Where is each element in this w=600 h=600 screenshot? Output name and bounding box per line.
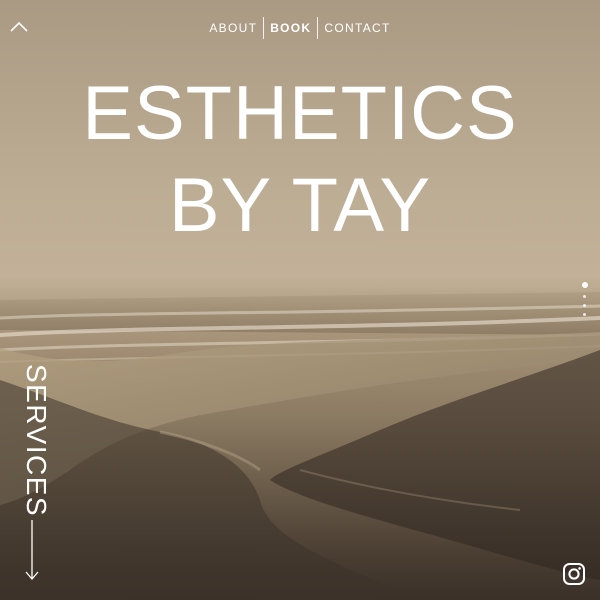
slide-dot-active[interactable]: [582, 282, 588, 288]
slide-dot[interactable]: [583, 313, 586, 316]
instagram-icon[interactable]: [562, 562, 586, 586]
services-scroll-link[interactable]: SERVICES: [8, 364, 58, 584]
arrow-down-icon: [25, 520, 39, 580]
nav-contact-link[interactable]: CONTACT: [318, 17, 396, 39]
top-bar: ABOUT BOOK CONTACT: [0, 0, 600, 56]
services-label: SERVICES: [21, 364, 52, 518]
slide-dot[interactable]: [583, 295, 586, 298]
title-line-2: BY TAY: [168, 163, 432, 248]
slide-dot[interactable]: [583, 304, 586, 307]
site-title: ESTHETICS BY TAY: [0, 68, 600, 252]
slide-dots: [582, 282, 590, 322]
hero-section: ABOUT BOOK CONTACT ESTHETICS BY TAY SERV…: [0, 0, 600, 600]
title-line-1: ESTHETICS: [82, 71, 518, 156]
nav-about-link[interactable]: ABOUT: [203, 17, 263, 39]
main-nav: ABOUT BOOK CONTACT: [0, 17, 600, 39]
nav-book-link[interactable]: BOOK: [264, 17, 317, 39]
